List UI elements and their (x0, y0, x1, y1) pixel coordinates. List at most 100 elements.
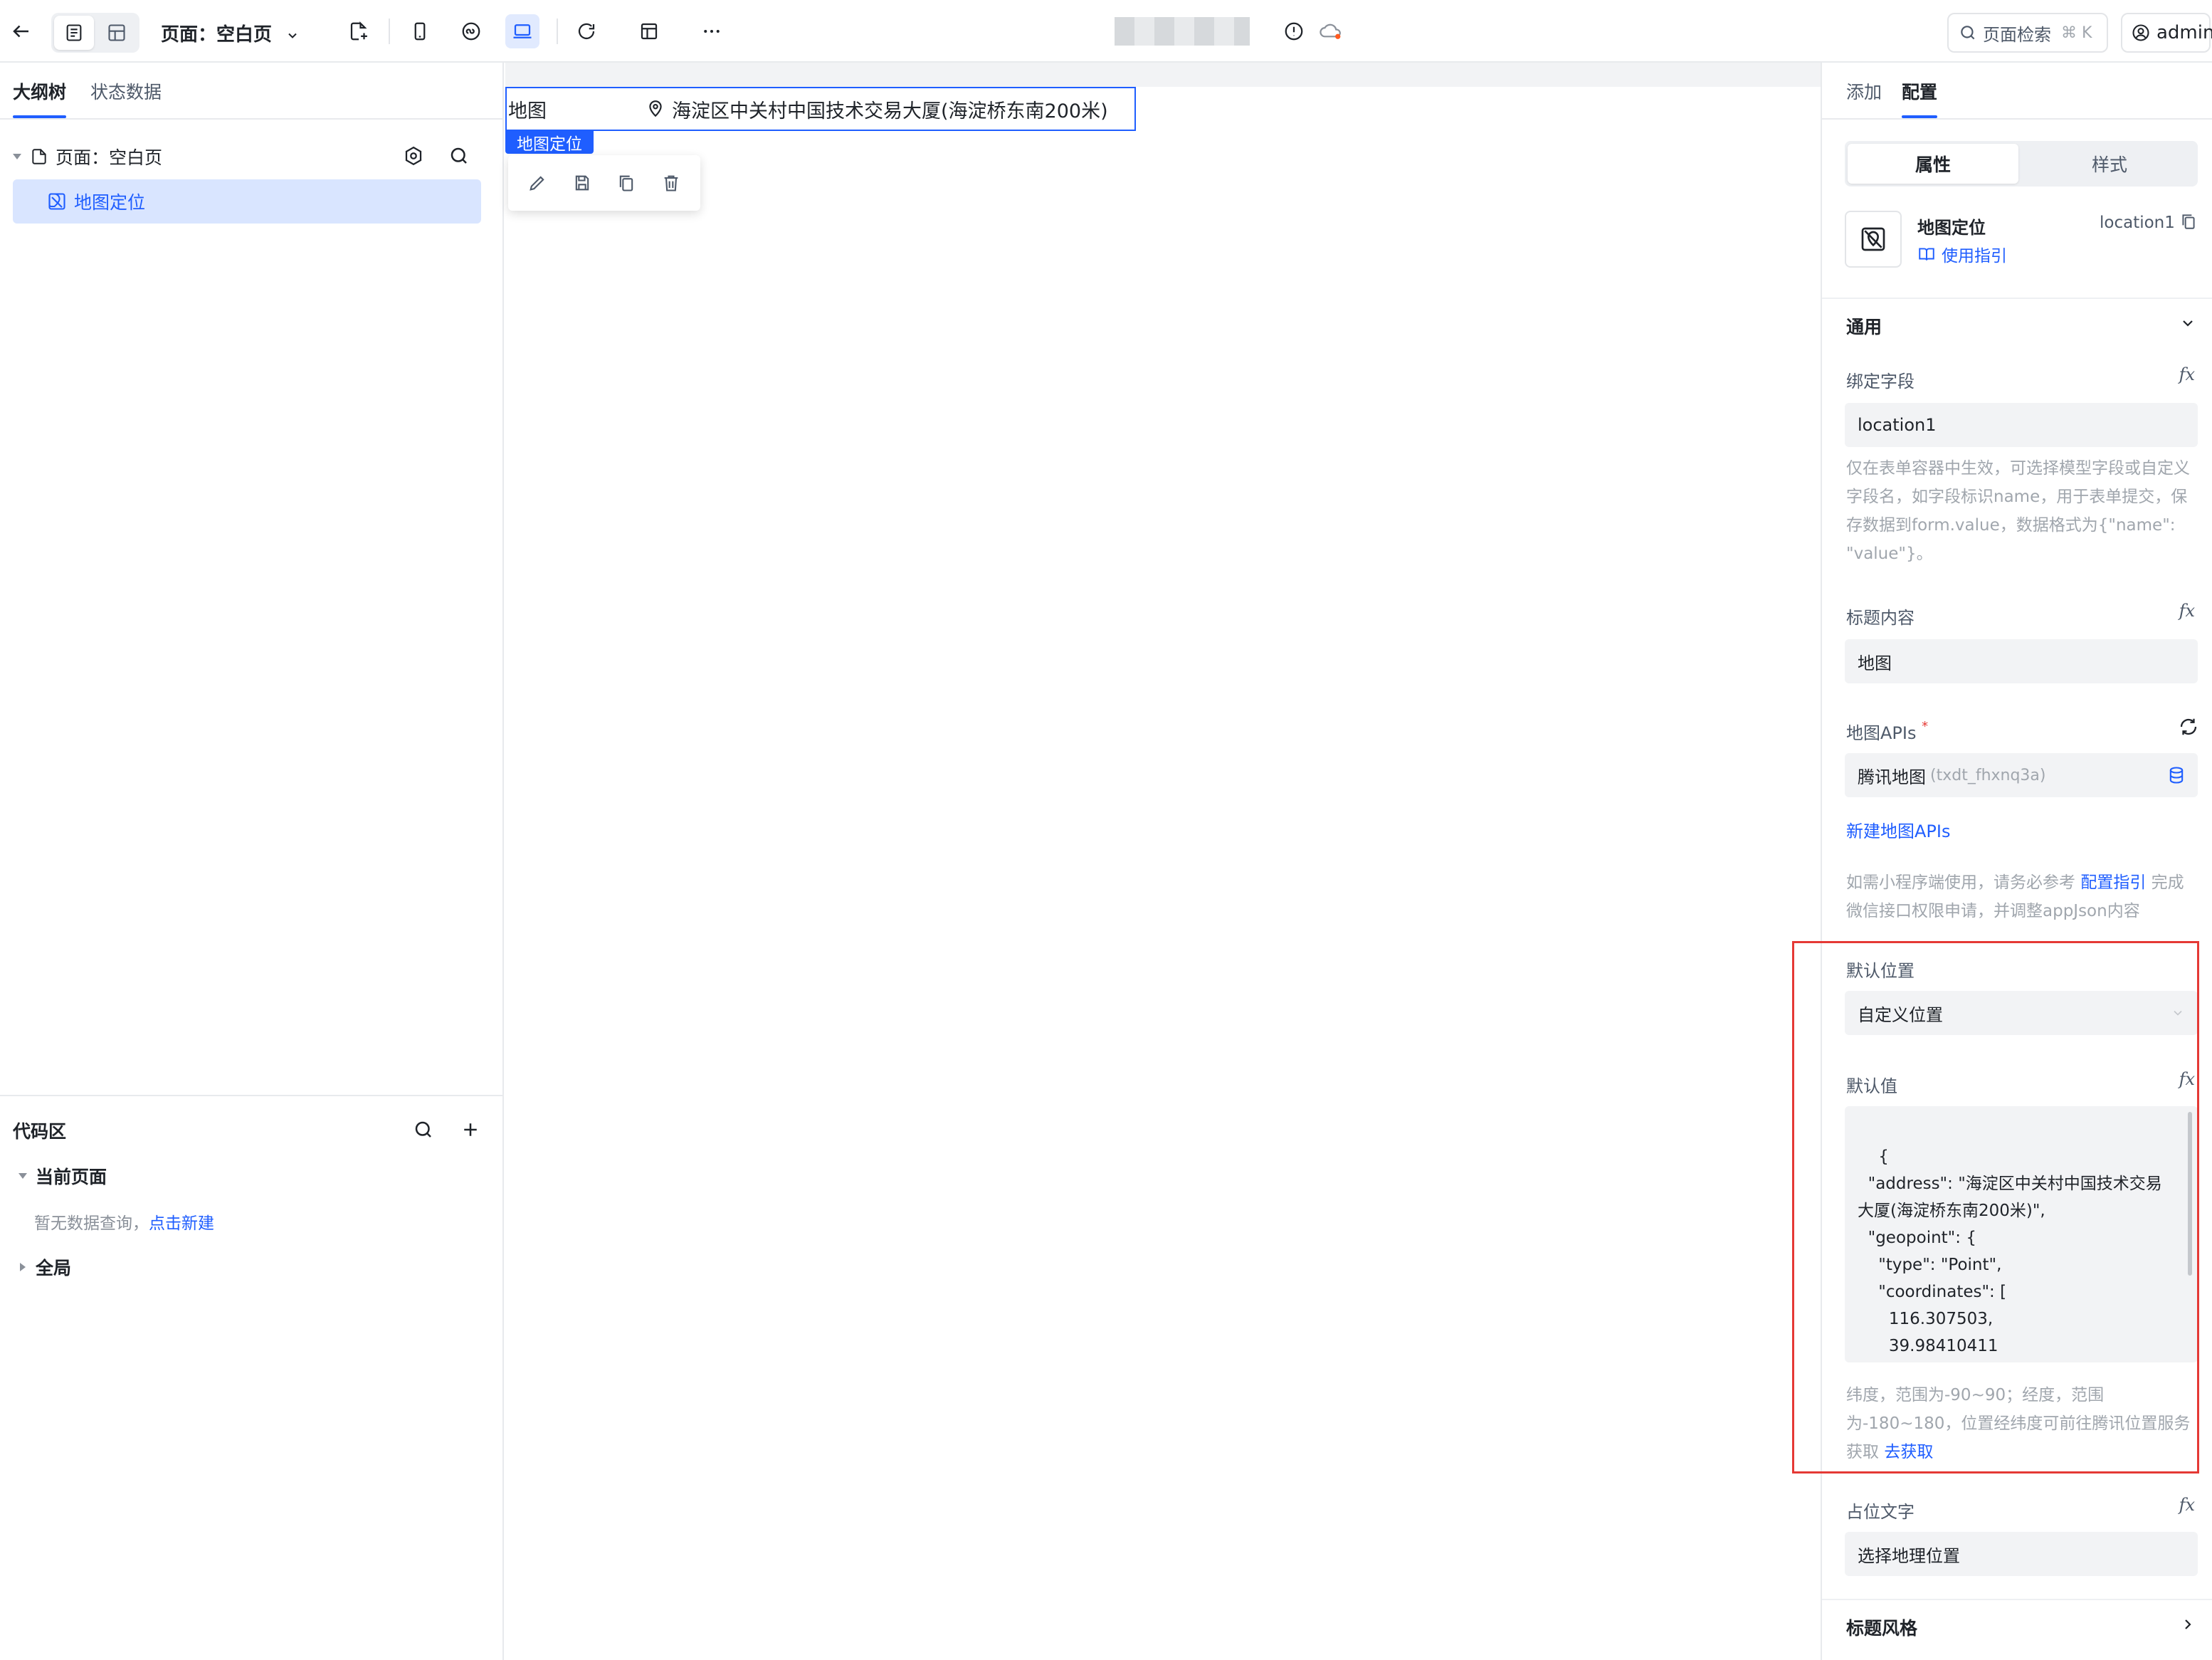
code-empty-state: 暂无数据查询， 点击新建 (34, 1200, 214, 1243)
view-mode-toggle (51, 13, 139, 53)
config-segment: 属性 样式 (1845, 141, 2198, 187)
required-mark: * (1922, 719, 1929, 734)
map-field-label: 地图 (508, 100, 547, 122)
top-toolbar: 页面：空白页 页面检索 ⌘ K admin (0, 0, 2212, 63)
current-page-label: 当前页面 (36, 1167, 107, 1187)
cloud-sync-icon[interactable] (1314, 14, 1348, 48)
fx-icon[interactable]: fx (2179, 364, 2195, 384)
component-name: 地图定位 (1917, 218, 1986, 238)
left-panel: 大纲树 状态数据 页面：空白页 地图定位 代码区 当前页面 暂无数据查询， 点击… (0, 63, 504, 1660)
page-title-label: 页面：空白页 (161, 24, 273, 46)
tab-outline-tree[interactable]: 大纲树 (13, 78, 67, 118)
code-add-icon[interactable] (460, 1119, 481, 1145)
title-content-input[interactable]: 地图 (1845, 639, 2198, 683)
segment-properties[interactable]: 属性 (1848, 144, 2018, 184)
bind-field-input[interactable]: location1 (1845, 403, 2198, 447)
bind-field-help: 仅在表单容器中生效，可选择模型字段或自定义字段名，如字段标识name，用于表单提… (1846, 459, 2190, 563)
component-toolbar (508, 155, 700, 211)
code-current-page[interactable]: 当前页面 (13, 1155, 107, 1197)
miniprogram-preview-icon[interactable] (454, 14, 488, 48)
chevron-right-icon[interactable] (2179, 1616, 2196, 1637)
refresh-api-icon[interactable] (2178, 716, 2199, 742)
page-view-icon[interactable] (54, 16, 94, 50)
caret-down-icon[interactable] (19, 1173, 27, 1179)
config-guide-link[interactable]: 配置指引 (2080, 873, 2146, 892)
edit-icon[interactable] (527, 173, 547, 193)
component-map-icon (1845, 211, 1902, 268)
mini-help-prefix: 如需小程序端使用，请务必参考 (1846, 873, 2075, 892)
map-api-label: 地图APIs * (1846, 719, 1928, 744)
chevron-down-icon[interactable] (2179, 315, 2196, 336)
blurred-app-name (1115, 17, 1250, 46)
component-id: location1 (2100, 214, 2175, 232)
search-icon (1959, 23, 1977, 42)
page-selector[interactable]: 页面：空白页 (161, 20, 300, 46)
tree-search-icon[interactable] (448, 145, 470, 171)
global-label: 全局 (36, 1258, 72, 1278)
section-general-title: 通用 (1846, 317, 1882, 337)
tab-state-data[interactable]: 状态数据 (90, 78, 162, 104)
page-search-button[interactable]: 页面检索 ⌘ K (1947, 13, 2108, 53)
tab-add[interactable]: 添加 (1846, 78, 1882, 104)
add-page-icon[interactable] (342, 14, 376, 48)
copy-id-icon[interactable] (2179, 212, 2198, 235)
page-settings-icon[interactable] (403, 145, 424, 171)
tree-item-map-location[interactable]: 地图定位 (47, 180, 145, 223)
new-map-api-link[interactable]: 新建地图APIs (1846, 817, 1950, 842)
delete-icon[interactable] (661, 173, 681, 193)
user-menu-button[interactable]: admin (2121, 13, 2212, 53)
segment-style[interactable]: 样式 (2024, 144, 2195, 184)
tree-page-label: 页面：空白页 (56, 147, 163, 168)
miniprogram-help: 如需小程序端使用，请务必参考 配置指引 完成微信接口权限申请，并调整appJso… (1846, 868, 2199, 925)
map-api-value: 腾讯地图 (1858, 767, 1926, 787)
copy-icon[interactable] (616, 173, 636, 193)
section-title-style[interactable]: 标题风格 (1846, 1614, 1917, 1640)
page-file-icon (30, 147, 48, 166)
editor-canvas: 地图 海淀区中关村中国技术交易大厦(海淀桥东南200米) 地图定位 (505, 63, 1821, 1660)
map-api-label-text: 地图APIs (1846, 723, 1917, 743)
code-area-title: 代码区 (13, 1121, 67, 1142)
map-api-id: (txdt_fhxnq3a) (1930, 766, 2046, 784)
database-icon (2166, 765, 2186, 785)
empty-text: 暂无数据查询， (34, 1214, 149, 1233)
code-global[interactable]: 全局 (13, 1246, 71, 1288)
user-name: admin (2156, 22, 2212, 43)
location-pin-icon (646, 100, 665, 118)
tab-config[interactable]: 配置 (1902, 78, 1938, 118)
usage-guide-label: 使用指引 (1942, 247, 2007, 266)
map-address-value: 海淀区中关村中国技术交易大厦(海淀桥东南200米) (672, 100, 1108, 122)
tree-page-node[interactable]: 页面：空白页 (13, 135, 162, 178)
component-badge: 地图定位 (505, 131, 594, 154)
refresh-icon[interactable] (569, 14, 604, 48)
bind-field-label: 绑定字段 (1846, 372, 1915, 392)
map-location-icon (47, 191, 67, 211)
more-icon[interactable] (695, 14, 729, 48)
tree-item-label: 地图定位 (74, 192, 146, 213)
chevron-down-icon (285, 28, 300, 43)
back-arrow-icon[interactable] (4, 14, 38, 48)
template-icon[interactable] (632, 14, 666, 48)
code-search-icon[interactable] (413, 1119, 434, 1145)
highlight-annotation-box (1792, 941, 2199, 1473)
left-tabs: 大纲树 状态数据 (13, 78, 162, 118)
caret-right-icon[interactable] (20, 1263, 26, 1271)
caret-down-icon[interactable] (13, 154, 21, 159)
page-search-label: 页面检索 (1983, 24, 2051, 45)
mobile-preview-icon[interactable] (403, 14, 437, 48)
placeholder-label: 占位文字 (1846, 1502, 1915, 1522)
fx-icon[interactable]: fx (2179, 1495, 2195, 1515)
right-tabs: 添加 配置 (1846, 78, 1938, 118)
search-shortcut: ⌘ K (2061, 23, 2092, 42)
title-content-label: 标题内容 (1846, 608, 1915, 628)
usage-guide-link[interactable]: 使用指引 (1917, 242, 2007, 266)
book-icon (1917, 245, 1936, 263)
map-api-select[interactable]: 腾讯地图 (txdt_fhxnq3a) (1845, 753, 2198, 797)
info-icon[interactable] (1277, 14, 1311, 48)
fx-icon[interactable]: fx (2179, 601, 2195, 621)
save-icon[interactable] (572, 173, 592, 193)
map-location-component[interactable]: 地图 海淀区中关村中国技术交易大厦(海淀桥东南200米) (505, 87, 1136, 131)
placeholder-input[interactable]: 选择地理位置 (1845, 1532, 2198, 1576)
layout-view-icon[interactable] (97, 16, 137, 50)
desktop-preview-icon[interactable] (505, 14, 539, 48)
create-query-link[interactable]: 点击新建 (149, 1209, 214, 1234)
